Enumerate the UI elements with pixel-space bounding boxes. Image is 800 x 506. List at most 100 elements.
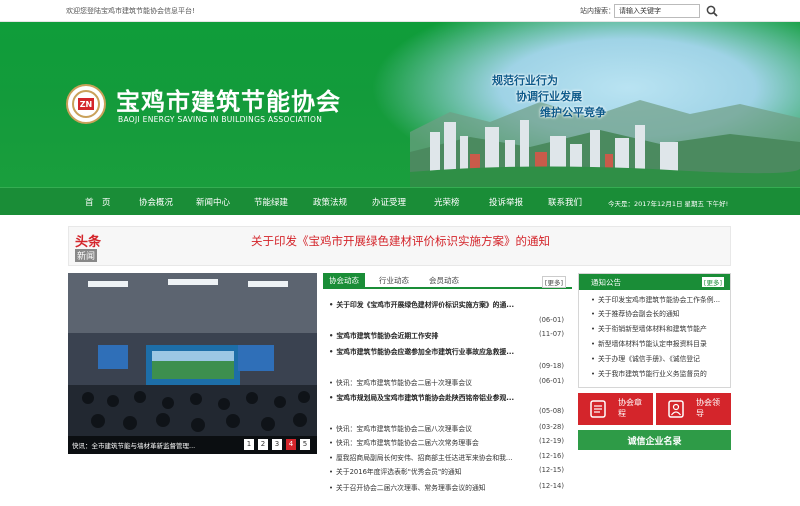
bullet: •: [329, 425, 334, 433]
headline-link[interactable]: 关于印发《宝鸡市开展绿色建材评价标识实施方案》的通知: [251, 233, 550, 249]
news-panel: 协会动态 行业动态 会员动态 [更多] • 关于印发《宝鸡市开展绿色建材评价标识实…: [323, 273, 572, 503]
association-logo: ZN: [66, 84, 106, 124]
leadership-button[interactable]: 协会领导: [656, 393, 731, 425]
notice-item-label: 关于我市建筑节能行业义务监督员的: [598, 370, 707, 378]
logo-text: ZN: [80, 100, 93, 109]
notice-header: 通知公告 [更多]: [579, 274, 730, 290]
slide-page-4[interactable]: 4: [286, 439, 296, 450]
nav-contact[interactable]: 联系我们: [548, 196, 582, 208]
news-title: 关于2016年度评选表彰"优秀会员"的通知: [336, 468, 462, 476]
notice-item[interactable]: • 关于衔销新型墙体材料和建筑节能产: [591, 323, 729, 333]
site-title: 宝鸡市建筑节能协会: [116, 87, 341, 116]
notice-more-link[interactable]: [更多]: [701, 277, 724, 287]
notice-title: 通知公告: [591, 278, 621, 287]
slogan-3: 维护公平竞争: [540, 106, 606, 119]
news-date: (11-07): [538, 330, 564, 338]
integrity-directory-button[interactable]: 诚信企业名录: [578, 430, 731, 450]
charter-button[interactable]: 协会章程: [578, 393, 653, 425]
charter-label: 协会章程: [618, 398, 642, 418]
news-tabs: 协会动态 行业动态 会员动态 [更多]: [323, 273, 572, 289]
news-date: (06-01): [538, 316, 564, 324]
bullet: •: [591, 310, 596, 318]
header-banner: ZN 宝鸡市建筑节能协会 BAOJI ENERGY SAVING IN BUIL…: [0, 22, 800, 187]
slide-page-1[interactable]: 1: [244, 439, 254, 450]
nav-honor[interactable]: 光荣榜: [434, 196, 460, 208]
bullet: •: [329, 454, 334, 462]
news-item[interactable]: • 宝鸡市建筑节能协会近期工作安排: [329, 330, 569, 340]
search-button[interactable]: [704, 3, 720, 19]
search-input[interactable]: [614, 4, 700, 18]
news-title: 宝鸡市建筑节能协会应邀参加全市建筑行业事故应急救援...: [336, 348, 515, 356]
news-title: 快讯：宝鸡市建筑节能协会二届八次理事会议: [336, 425, 472, 433]
bullet: •: [329, 348, 334, 356]
leaders-icon: [668, 400, 684, 418]
notice-item[interactable]: • 关于推荐协会副会长的通知: [591, 308, 729, 318]
tab-industry-news[interactable]: 行业动态: [373, 273, 415, 289]
slogan-1: 规范行业行为: [492, 74, 558, 87]
news-item[interactable]: • 关于2016年度评选表彰"优秀会员"的通知: [329, 466, 569, 476]
headline-badge-bottom: 新闻: [75, 249, 98, 262]
search-label: 站内搜索：: [580, 7, 615, 15]
nav-policy[interactable]: 政策法规: [313, 196, 347, 208]
news-date: (12-19): [538, 437, 564, 445]
bullet: •: [591, 325, 596, 333]
news-item[interactable]: • 快讯：宝鸡市建筑节能协会二届八次理事会议: [329, 423, 569, 433]
slideshow-image: [68, 273, 317, 454]
slide-page-2[interactable]: 2: [258, 439, 268, 450]
news-title: 快讯：宝鸡市建筑节能协会二届十次理事会议: [336, 379, 472, 387]
search-icon: [706, 5, 718, 17]
slide-page-5[interactable]: 5: [300, 439, 310, 450]
news-item[interactable]: • 厘我招商局副局长何安伟、招商部主任达进军来协会和我...: [329, 452, 569, 462]
headline-badge-top: 头条: [75, 235, 102, 250]
bullet: •: [329, 439, 334, 447]
bullet: •: [591, 340, 596, 348]
slide-page-3[interactable]: 3: [272, 439, 282, 450]
news-date: (06-01): [538, 377, 564, 385]
news-item[interactable]: • 关于印发《宝鸡市开展绿色建材评价标识实施方案》的通...: [329, 299, 569, 309]
welcome-text: 欢迎您登陆宝鸡市建筑节能协会信息平台!: [66, 7, 195, 15]
slogan-2: 协调行业发展: [516, 90, 582, 103]
notice-item-label: 关于印发宝鸡市建筑节能协会工作条例...: [598, 296, 721, 304]
bullet: •: [329, 484, 334, 492]
tab-member-news[interactable]: 会员动态: [423, 273, 465, 289]
nav-green-building[interactable]: 节能绿建: [254, 196, 288, 208]
notice-item[interactable]: • 关于我市建筑节能行业义务监督员的: [591, 368, 729, 378]
news-date: (03-28): [538, 423, 564, 431]
nav-news[interactable]: 新闻中心: [196, 196, 230, 208]
news-title: 快讯：宝鸡市建筑节能协会二届六次常务理事会: [336, 439, 479, 447]
news-item[interactable]: • 快讯：宝鸡市建筑节能协会二届六次常务理事会: [329, 437, 569, 447]
notice-item[interactable]: • 关于印发宝鸡市建筑节能协会工作条例...: [591, 294, 729, 304]
nav-home[interactable]: 首 页: [85, 196, 111, 208]
news-more-link[interactable]: [更多]: [541, 276, 566, 288]
notice-item-label: 关于推荐协会副会长的通知: [598, 310, 680, 318]
news-slideshow[interactable]: 快讯：全市建筑节能与墙材革新监督管理... 1 2 3 4 5: [68, 273, 317, 454]
notice-item[interactable]: • 新型墙体材料节能认定申报资料目录: [591, 338, 729, 348]
news-date: (05-08): [538, 407, 564, 415]
news-item[interactable]: • 快讯：宝鸡市建筑节能协会二届十次理事会议: [329, 377, 569, 387]
notice-item-label: 关于办理《诚信手册》、《诚信登记: [598, 355, 700, 363]
bullet: •: [329, 379, 334, 387]
news-date: (09-18): [538, 362, 564, 370]
news-item[interactable]: • 宝鸡市建筑节能协会应邀参加全市建筑行业事故应急救援...: [329, 346, 569, 356]
tab-association-news[interactable]: 协会动态: [323, 273, 365, 289]
notice-panel: 通知公告 [更多] • 关于印发宝鸡市建筑节能协会工作条例... • 关于推荐协会副…: [578, 273, 731, 388]
bullet: •: [329, 394, 334, 402]
nav-licensing[interactable]: 办证受理: [372, 196, 406, 208]
news-title: 厘我招商局副局长何安伟、招商部主任达进军来协会和我...: [336, 454, 513, 462]
headline-badge: 头条 新闻: [73, 231, 113, 263]
nav-about[interactable]: 协会概况: [139, 196, 173, 208]
headline-bar: 头条 新闻 关于印发《宝鸡市开展绿色建材评价标识实施方案》的通知: [68, 226, 731, 266]
top-bar: 欢迎您登陆宝鸡市建筑节能协会信息平台! 站内搜索：: [0, 0, 800, 22]
nav-complaints[interactable]: 投诉举报: [489, 196, 523, 208]
logo-emblem-icon: ZN: [72, 90, 100, 118]
news-item[interactable]: • 宝鸡市规划局及宝鸡市建筑节能协会赴陕西铭帝铝业参观...: [329, 392, 569, 402]
news-item[interactable]: • 关于召开协会二届六次理事、常务理事会议的通知: [329, 482, 569, 492]
slideshow-caption-bar: 快讯：全市建筑节能与墙材革新监督管理... 1 2 3 4 5: [68, 436, 317, 454]
bullet: •: [591, 370, 596, 378]
main-nav: 首 页 协会概况 新闻中心 节能绿建 政策法规 办证受理 光荣榜 投诉举报 联系…: [0, 187, 800, 215]
news-title: 宝鸡市建筑节能协会近期工作安排: [336, 332, 439, 340]
notice-item[interactable]: • 关于办理《诚信手册》、《诚信登记: [591, 353, 729, 363]
news-title: 关于召开协会二届六次理事、常务理事会议的通知: [336, 484, 486, 492]
news-date: (12-14): [538, 482, 564, 490]
slideshow-caption: 快讯：全市建筑节能与墙材革新监督管理...: [72, 442, 196, 450]
